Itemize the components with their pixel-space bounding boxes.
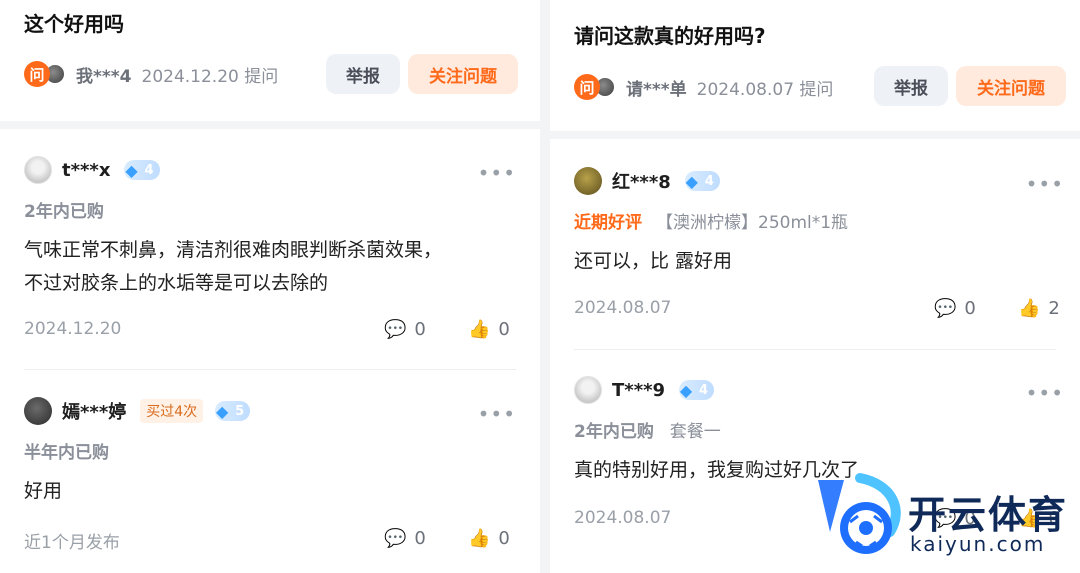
- left-qa-panel: 这个好用吗 问 我***4 2024.12.20 提问 举报 关注问题 t***…: [0, 0, 540, 573]
- panel-divider: [540, 0, 550, 573]
- follow-question-button[interactable]: 关注问题: [956, 66, 1066, 106]
- vip-level: 4: [699, 382, 709, 398]
- reviewer-name: t***x: [62, 159, 111, 181]
- purchase-info: 2年内已购: [24, 202, 104, 222]
- comment-bubble-icon: 💬: [934, 298, 957, 319]
- more-dots-icon[interactable]: •••: [1026, 381, 1064, 405]
- report-button[interactable]: 举报: [326, 54, 400, 94]
- comment-bubble-icon: 💬: [384, 528, 407, 549]
- ask-badge: 问: [24, 61, 50, 87]
- review-header: t***x ◆ 4: [24, 155, 540, 185]
- avatar: [574, 167, 602, 195]
- question-meta: 问 我***4 2024.12.20 提问: [24, 59, 278, 89]
- recent-good-review-label: 近期好评: [574, 213, 642, 233]
- diamond-icon: ◆: [216, 401, 229, 421]
- review-divider: [24, 369, 516, 370]
- purchase-time: 2年内已购: [574, 422, 654, 442]
- like-count: 0: [498, 319, 510, 340]
- watermark-title: 开云体育: [908, 493, 1069, 537]
- reviewer-name: 嫣***婷: [62, 402, 127, 423]
- product-spec: 套餐一: [669, 422, 721, 442]
- comment-count: 0: [964, 298, 976, 319]
- avatar: [574, 376, 602, 404]
- diamond-icon: ◆: [125, 160, 138, 180]
- diamond-icon: ◆: [679, 380, 693, 400]
- like-button[interactable]: 👍 0: [468, 319, 510, 340]
- review-text-line: 不过对胶条上的水垢等是可以去除的: [24, 272, 329, 294]
- reviewer-name: T***9: [612, 379, 666, 401]
- question-meta: 问 请***单 2024.08.07 提问: [574, 72, 833, 102]
- more-dots-icon[interactable]: •••: [478, 161, 516, 185]
- review-date: 2024.08.07: [574, 298, 672, 318]
- review-text-line: 还可以，比 露好用: [574, 250, 733, 272]
- reviewer-name: 红***8: [612, 172, 671, 193]
- kaiyun-logo-icon: [818, 473, 901, 554]
- bought-times-badge: 买过4次: [140, 399, 204, 423]
- review-item: 红***8 ◆ 4 ••• 近期好评 【澳洲柠檬】250ml*1瓶 还可以，比 露好…: [574, 166, 1080, 336]
- comment-button[interactable]: 💬 0: [384, 528, 426, 549]
- report-button[interactable]: 举报: [874, 66, 948, 106]
- comment-button[interactable]: 💬 0: [934, 298, 976, 319]
- vip-badge: ◆ 4: [684, 171, 720, 191]
- avatar: [24, 156, 52, 184]
- more-dots-icon[interactable]: •••: [1026, 172, 1064, 196]
- comment-count: 0: [414, 528, 426, 549]
- vip-level: 5: [235, 403, 245, 419]
- vip-level: 4: [704, 173, 714, 189]
- purchase-info: 半年内已购: [24, 443, 109, 463]
- review-date: 近1个月发布: [24, 533, 120, 553]
- review-item: t***x ◆ 4 ••• 2年内已购 气味正常不刺鼻，清洁剂很难肉眼判断杀菌效果…: [24, 155, 540, 365]
- thumbs-up-icon: 👍: [1018, 298, 1041, 319]
- product-spec: 【澳洲柠檬】250ml*1瓶: [656, 213, 849, 233]
- question-date: 2024.08.07 提问: [696, 79, 834, 100]
- review-text-line: 气味正常不刺鼻，清洁剂很难肉眼判断杀菌效果，: [24, 239, 443, 261]
- review-header: T***9 ◆ 4: [574, 375, 1080, 405]
- like-button[interactable]: 👍 2: [1018, 298, 1060, 319]
- review-header: 红***8 ◆ 4: [574, 166, 1080, 196]
- follow-question-button[interactable]: 关注问题: [408, 54, 518, 94]
- question-title: 这个好用吗: [24, 12, 124, 36]
- comment-button[interactable]: 💬 0: [384, 319, 426, 340]
- vip-badge: ◆ 4: [679, 380, 715, 400]
- question-title: 请问这款真的好用吗?: [574, 24, 766, 48]
- ask-badge: 问: [574, 74, 600, 100]
- diamond-icon: ◆: [685, 171, 698, 191]
- purchase-info: 近期好评 【澳洲柠檬】250ml*1瓶: [574, 208, 1080, 233]
- thumbs-up-icon: 👍: [468, 528, 491, 549]
- vip-level: 4: [144, 162, 154, 178]
- question-date: 2024.12.20 提问: [141, 66, 279, 87]
- watermark-url: kaiyun.com: [910, 532, 1046, 556]
- section-divider: [550, 131, 1080, 139]
- kaiyun-watermark: 开云体育 kaiyun.com: [800, 470, 1080, 570]
- section-divider: [0, 121, 540, 129]
- review-item: 嫣***婷 买过4次 ◆ 5 ••• 半年内已购 好用 近1个月发布 💬 0 👍 0: [24, 396, 540, 566]
- review-date: 2024.08.07: [574, 508, 672, 528]
- comment-count: 0: [414, 319, 426, 340]
- like-button[interactable]: 👍 0: [468, 528, 510, 549]
- comment-bubble-icon: 💬: [384, 319, 407, 340]
- review-text: 还可以，比 露好用: [574, 245, 1080, 278]
- asker-name: 我***4: [76, 66, 132, 87]
- review-header: 嫣***婷 买过4次 ◆ 5: [24, 396, 540, 426]
- vip-badge: ◆ 5: [215, 401, 251, 421]
- thumbs-up-icon: 👍: [468, 319, 491, 340]
- purchase-info: 2年内已购 套餐一: [574, 417, 1080, 442]
- asker-name: 请***单: [626, 79, 687, 100]
- review-text: 好用: [24, 475, 540, 508]
- review-text: 气味正常不刺鼻，清洁剂很难肉眼判断杀菌效果， 不过对胶条上的水垢等是可以去除的: [24, 234, 540, 300]
- review-divider: [574, 349, 1056, 350]
- like-count: 2: [1048, 298, 1060, 319]
- review-text-line: 好用: [24, 480, 63, 502]
- more-dots-icon[interactable]: •••: [478, 402, 516, 426]
- like-count: 0: [498, 528, 510, 549]
- avatar: [24, 397, 52, 425]
- review-date: 2024.12.20: [24, 319, 122, 339]
- vip-badge: ◆ 4: [124, 160, 160, 180]
